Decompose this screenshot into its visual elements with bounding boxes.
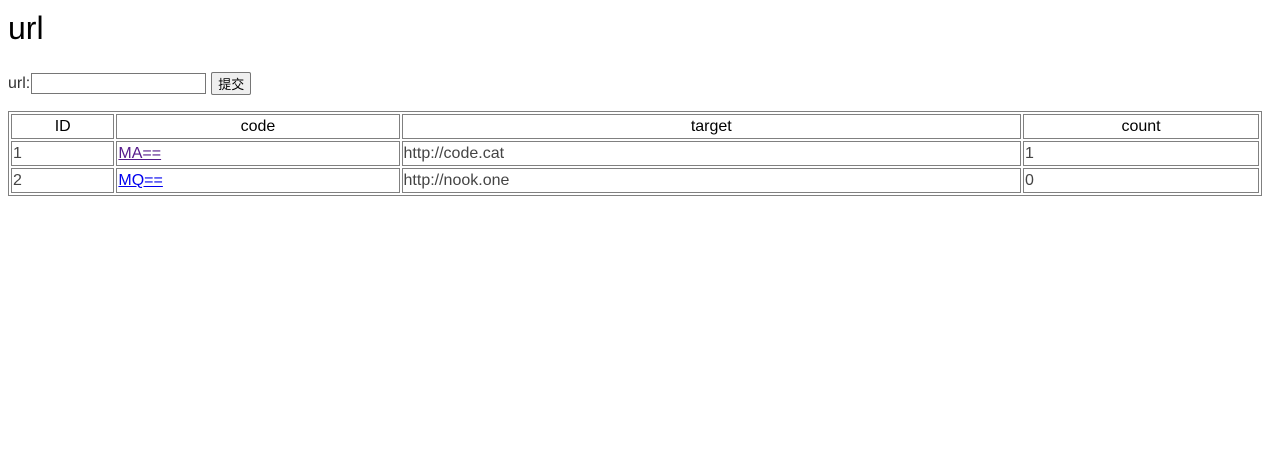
cell-id: 1 xyxy=(11,141,115,166)
url-table: ID code target count 1 MA== http://code.… xyxy=(8,111,1262,196)
page-title: url xyxy=(8,10,44,46)
cell-code: MA== xyxy=(116,141,400,166)
table-row: 1 MA== http://code.cat 1 xyxy=(11,141,1259,166)
code-link[interactable]: MQ== xyxy=(118,172,162,189)
cell-target: http://nook.one xyxy=(401,168,1022,193)
submit-button[interactable]: 提交 xyxy=(211,72,252,95)
header-id: ID xyxy=(11,114,115,139)
cell-count: 1 xyxy=(1023,141,1259,166)
header-count: count xyxy=(1023,114,1259,139)
code-link[interactable]: MA== xyxy=(118,145,161,162)
url-form: url: 提交 xyxy=(8,72,252,95)
header-code: code xyxy=(116,114,400,139)
table-row: 2 MQ== http://nook.one 0 xyxy=(11,168,1259,193)
page: url url: 提交 ID code target count 1 MA== xyxy=(0,0,1268,460)
cell-id: 2 xyxy=(11,168,115,193)
cell-code: MQ== xyxy=(116,168,400,193)
cell-count: 0 xyxy=(1023,168,1259,193)
table-header-row: ID code target count xyxy=(11,114,1259,139)
url-label: url: xyxy=(8,74,31,92)
cell-target: http://code.cat xyxy=(401,141,1022,166)
url-input[interactable] xyxy=(31,73,207,94)
header-target: target xyxy=(401,114,1022,139)
